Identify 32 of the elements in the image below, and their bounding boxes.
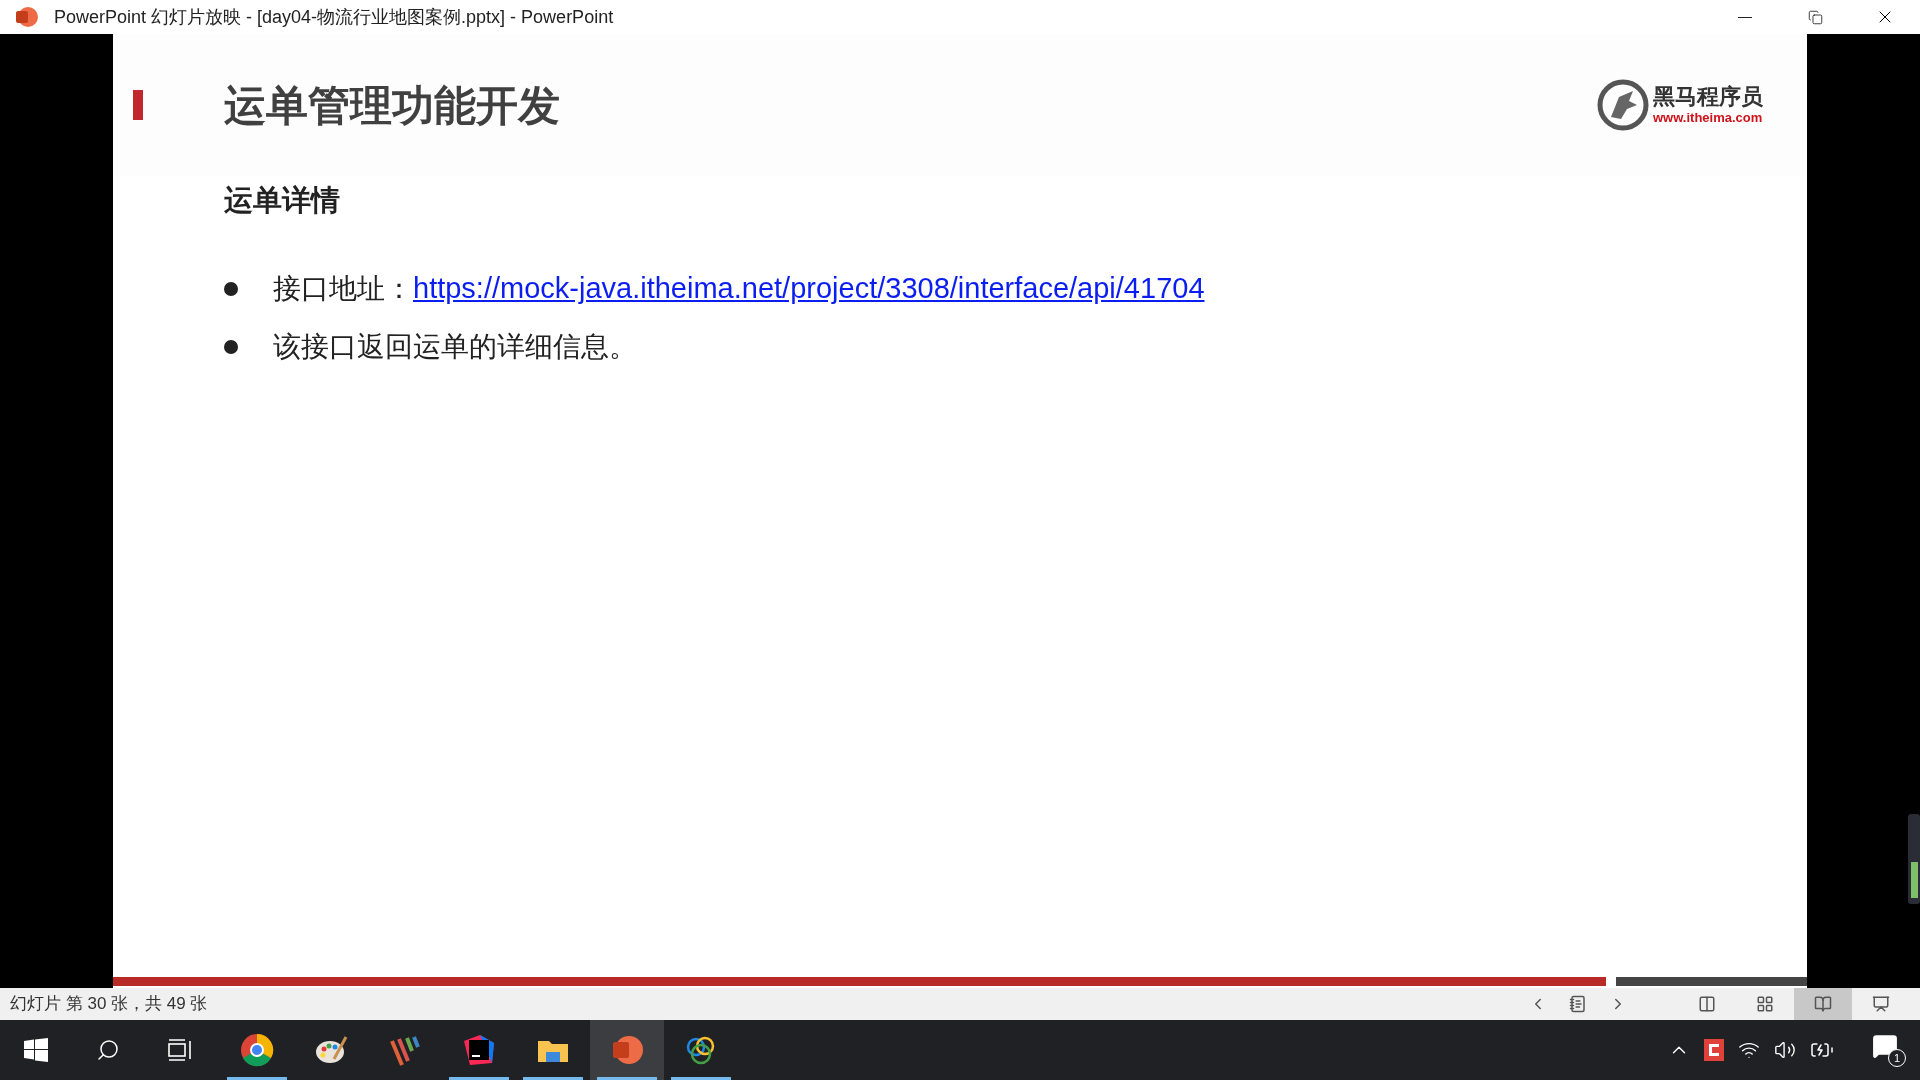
slide-counter: 幻灯片 第 30 张，共 49 张 (10, 993, 208, 1016)
logo-url: www.itheima.com (1653, 111, 1763, 124)
tray-app-icon[interactable] (1704, 1039, 1724, 1061)
presentation-icon (1872, 995, 1890, 1013)
slide-subtitle: 运单详情 (224, 186, 341, 215)
notes-icon (1569, 995, 1587, 1013)
grid-icon (1756, 995, 1774, 1013)
ide-icon (462, 1033, 496, 1067)
book-icon (1814, 995, 1832, 1013)
api-link[interactable]: https://mock-java.itheima.net/project/3308/interface/api/41704 (413, 267, 1205, 311)
window-title: PowerPoint 幻灯片放映 - [day04-物流行业地图案例.pptx] - PowerPoint (54, 5, 614, 29)
windows-icon (24, 1038, 48, 1062)
bullet-label: 接口地址： (273, 272, 413, 306)
stripes-icon (388, 1033, 422, 1067)
bullet-icon (224, 340, 238, 354)
task-view-icon (167, 1038, 193, 1062)
accent-bar (133, 90, 143, 120)
slide-title: 运单管理功能开发 (224, 80, 560, 131)
notification-button[interactable]: 1 (1872, 1033, 1906, 1067)
bullet-text: 该接口返回运单的详细信息。 (273, 330, 637, 364)
search-icon (96, 1038, 120, 1062)
notification-count: 1 (1888, 1049, 1906, 1067)
slides-app-icon (14, 5, 38, 29)
restore-icon (1807, 9, 1823, 25)
volume-icon[interactable] (1774, 1039, 1796, 1061)
slides-app-icon (610, 1033, 644, 1067)
normal-view-icon (1698, 995, 1716, 1013)
chrome-icon (240, 1033, 274, 1067)
logo-name: 黑马程序员 (1653, 86, 1763, 108)
bullet-icon (224, 282, 238, 296)
minimize-icon (1738, 16, 1752, 18)
view-button[interactable] (1794, 988, 1852, 1020)
